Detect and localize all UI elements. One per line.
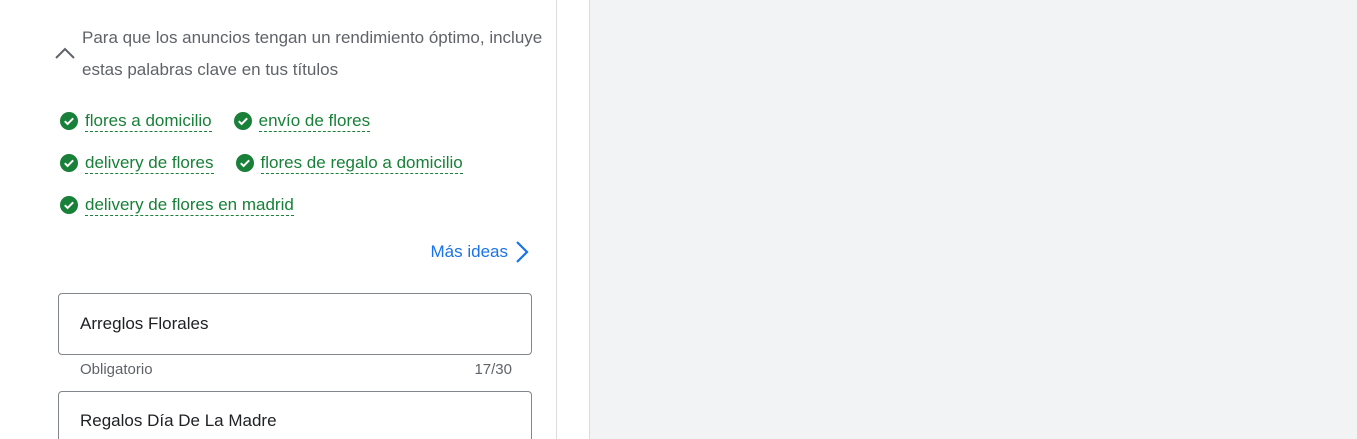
- keyword-row: delivery de flores flores de regalo a do…: [60, 142, 540, 184]
- more-ideas-label: Más ideas: [430, 242, 508, 261]
- keyword-label: delivery de flores: [85, 152, 214, 174]
- more-ideas-link[interactable]: Más ideas: [431, 240, 530, 264]
- keyword-tip-text: Para que los anuncios tengan un rendimie…: [82, 28, 543, 79]
- keyword-label: flores de regalo a domicilio: [260, 152, 463, 174]
- keyword-chip[interactable]: delivery de flores en madrid: [60, 195, 294, 216]
- headline-input-2[interactable]: [59, 392, 531, 439]
- headline-helper-1: Obligatorio 17/30: [80, 361, 512, 378]
- headline-editor-panel: Para que los anuncios tengan un rendimie…: [36, 0, 557, 439]
- check-circle-icon: [60, 196, 78, 214]
- collapse-tip-button[interactable]: [50, 40, 80, 68]
- keyword-suggestions: flores a domicilio envío de flores deliv…: [60, 100, 540, 226]
- left-gutter: [0, 0, 37, 439]
- required-label: Obligatorio: [80, 361, 153, 378]
- headline-field-2: [58, 391, 532, 439]
- keyword-label: delivery de flores en madrid: [85, 194, 294, 216]
- keyword-label: flores a domicilio: [85, 110, 212, 132]
- keyword-chip[interactable]: flores a domicilio: [60, 111, 212, 132]
- check-circle-icon: [233, 112, 252, 130]
- keyword-row: delivery de flores en madrid: [60, 184, 540, 226]
- check-circle-icon: [235, 154, 254, 172]
- keyword-chip[interactable]: delivery de flores: [60, 153, 214, 174]
- headline-input-1[interactable]: [59, 294, 531, 354]
- preview-area: [590, 0, 1357, 439]
- page: Para que los anuncios tengan un rendimie…: [0, 0, 1357, 439]
- keyword-chip[interactable]: envío de flores: [233, 110, 371, 132]
- keyword-label: envío de flores: [258, 110, 371, 132]
- chevron-right-icon: [516, 241, 529, 263]
- panel-gap: [557, 0, 590, 439]
- check-circle-icon: [60, 154, 78, 172]
- keyword-chip[interactable]: flores de regalo a domicilio: [235, 152, 463, 174]
- character-counter: 17/30: [474, 361, 512, 378]
- chevron-up-icon: [55, 47, 75, 59]
- headline-field-1: [58, 293, 532, 355]
- keyword-row: flores a domicilio envío de flores: [60, 100, 540, 142]
- check-circle-icon: [60, 112, 78, 130]
